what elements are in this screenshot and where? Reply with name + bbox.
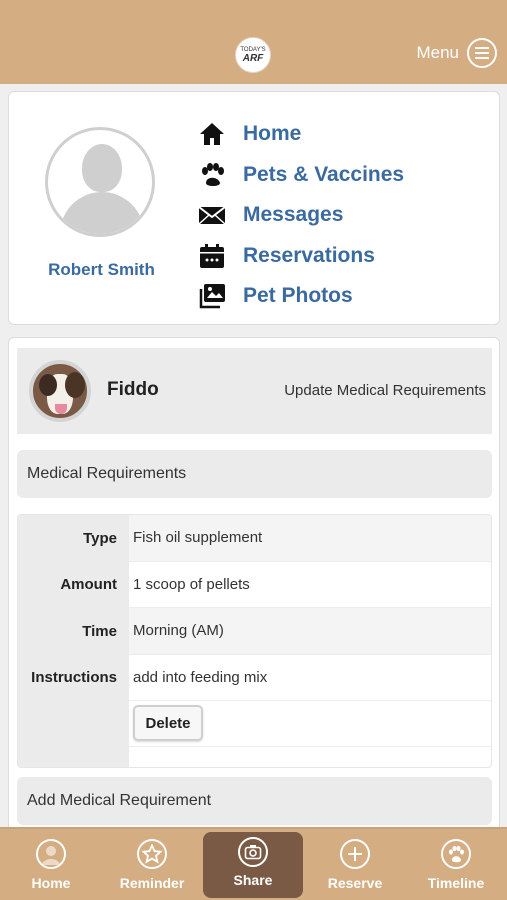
add-medical-requirement-button[interactable]: Add Medical Requirement [17,777,492,825]
pet-header: Fiddo Update Medical Requirements [17,348,492,434]
nav-label-home: Home [243,122,302,146]
table-row: Instructions add into feeding mix [18,655,491,701]
menu-label: Menu [416,43,459,62]
photos-icon [197,281,227,311]
row-value-time: Morning (AM) [129,608,491,655]
paw-icon [197,160,227,190]
table-row: Amount 1 scoop of pellets [18,562,491,608]
tab-share[interactable]: Share [203,832,303,898]
table-row: Time Morning (AM) [18,608,491,655]
main-nav: Home Pets & Vaccines Messages Reservatio… [197,114,404,317]
tab-reminder[interactable]: Reminder [102,829,202,900]
row-value-instructions: add into feeding mix [129,655,491,701]
row-value-amount: 1 scoop of pellets [129,562,491,608]
nav-item-reservations[interactable]: Reservations [197,236,404,277]
row-label-instructions: Instructions [31,669,117,687]
plus-icon [340,839,370,869]
update-medical-link[interactable]: Update Medical Requirements [284,382,486,399]
tab-reserve[interactable]: Reserve [305,829,405,900]
nav-label-pets: Pets & Vaccines [243,162,405,186]
medical-details-table: Type Fish oil supplement Amount 1 scoop … [17,514,492,768]
medical-section-title[interactable]: Medical Requirements [17,450,492,498]
nav-item-home[interactable]: Home [197,114,404,155]
tab-label-reminder: Reminder [119,875,185,891]
bottom-tab-bar: Home Reminder Share Reserve Timeline [0,827,507,900]
tab-timeline[interactable]: Timeline [406,829,506,900]
calendar-icon [197,241,227,271]
avatar[interactable] [45,127,155,237]
user-name[interactable]: Robert Smith [9,260,194,280]
menu-button[interactable]: Menu [416,37,497,69]
pet-name: Fiddo [107,379,159,400]
tab-label-reserve: Reserve [327,875,383,891]
user-icon [36,839,66,869]
row-value-type: Fish oil supplement [129,515,491,562]
pet-avatar[interactable] [29,360,91,422]
envelope-icon [197,200,227,230]
hamburger-icon [467,38,497,68]
nav-label-messages: Messages [243,203,344,227]
tab-label-share: Share [233,872,273,888]
nav-item-pets[interactable]: Pets & Vaccines [197,155,404,196]
delete-button[interactable]: Delete [133,705,203,741]
tab-home[interactable]: Home [1,829,101,900]
nav-label-reservations: Reservations [243,243,375,267]
star-icon [137,839,167,869]
tab-label-home: Home [31,875,71,891]
row-label-time: Time [82,622,117,640]
row-label-amount: Amount [60,576,117,594]
tab-label-timeline: Timeline [427,875,485,891]
paw-icon [441,839,471,869]
house-icon [197,119,227,149]
nav-item-photos[interactable]: Pet Photos [197,276,404,317]
top-bar: TODAY'S ARF Menu [0,0,507,84]
camera-icon [238,837,268,867]
row-label-type: Type [83,529,117,547]
profile-card: Robert Smith Home Pets & Vaccines Messag… [8,91,500,325]
nav-item-messages[interactable]: Messages [197,195,404,236]
pet-medical-card: Fiddo Update Medical Requirements Medica… [8,337,500,837]
logo-line2: ARF [242,52,264,64]
table-row: Type Fish oil supplement [18,515,491,562]
nav-label-photos: Pet Photos [243,284,353,308]
app-logo[interactable]: TODAY'S ARF [235,37,271,73]
